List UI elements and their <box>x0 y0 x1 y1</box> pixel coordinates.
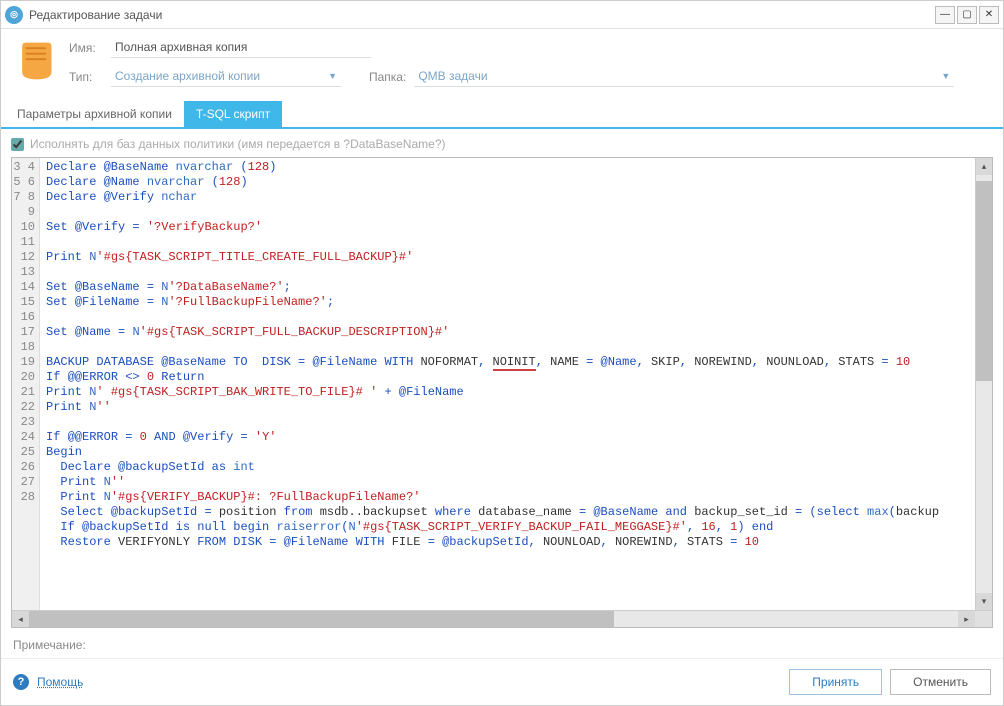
vertical-scrollbar[interactable]: ▴ ▾ <box>975 158 992 610</box>
header-fields: Имя: Тип: Создание архивной копии ▼ Папк… <box>69 37 991 95</box>
cancel-button[interactable]: Отменить <box>890 669 991 695</box>
content: Исполнять для баз данных политики (имя п… <box>1 129 1003 632</box>
code-editor: 3 4 5 6 7 8 9 10 11 12 13 14 15 16 17 18… <box>11 157 993 628</box>
hscroll-thumb[interactable] <box>29 611 614 627</box>
execute-for-policy-label: Исполнять для баз данных политики (имя п… <box>30 137 445 151</box>
type-value: Создание архивной копии <box>115 69 260 83</box>
titlebar: ◎ Редактирование задачи — ▢ ✕ <box>1 1 1003 29</box>
close-button[interactable]: ✕ <box>979 6 999 24</box>
note-label: Примечание: <box>13 638 86 652</box>
tab-tsql-script[interactable]: T-SQL скрипт <box>184 101 282 127</box>
note-input[interactable] <box>92 638 991 652</box>
task-logo-icon <box>13 39 57 83</box>
scroll-up-icon[interactable]: ▴ <box>976 158 992 175</box>
header: Имя: Тип: Создание архивной копии ▼ Папк… <box>1 29 1003 101</box>
footer: ? Помощь Принять Отменить <box>1 659 1003 705</box>
folder-value: QMB задачи <box>418 69 487 83</box>
minimize-button[interactable]: — <box>935 6 955 24</box>
note-row: Примечание: <box>1 632 1003 659</box>
horizontal-scrollbar[interactable]: ◂ ▸ <box>12 610 992 627</box>
code-content[interactable]: Declare @BaseName nvarchar (128) Declare… <box>40 158 975 610</box>
help-link[interactable]: Помощь <box>37 675 83 689</box>
folder-label: Папка: <box>369 70 406 84</box>
window-buttons: — ▢ ✕ <box>935 6 999 24</box>
name-label: Имя: <box>69 41 103 55</box>
tab-backup-params[interactable]: Параметры архивной копии <box>5 101 184 127</box>
folder-select[interactable]: QMB задачи ▼ <box>414 66 954 87</box>
chevron-down-icon: ▼ <box>328 71 337 81</box>
line-gutter: 3 4 5 6 7 8 9 10 11 12 13 14 15 16 17 18… <box>12 158 40 610</box>
type-label: Тип: <box>69 70 103 84</box>
name-input[interactable] <box>111 37 371 58</box>
window-title: Редактирование задачи <box>29 8 935 22</box>
scroll-right-icon[interactable]: ▸ <box>958 611 975 627</box>
tabs: Параметры архивной копии T-SQL скрипт <box>1 101 1003 129</box>
type-select[interactable]: Создание архивной копии ▼ <box>111 66 341 87</box>
app-icon: ◎ <box>5 6 23 24</box>
execute-for-policy-checkbox[interactable] <box>11 138 24 151</box>
execute-for-policy-row: Исполнять для баз данных политики (имя п… <box>11 137 993 151</box>
scroll-corner <box>975 611 992 627</box>
maximize-button[interactable]: ▢ <box>957 6 977 24</box>
vscroll-thumb[interactable] <box>976 181 992 381</box>
scroll-left-icon[interactable]: ◂ <box>12 611 29 627</box>
scroll-down-icon[interactable]: ▾ <box>976 593 992 610</box>
chevron-down-icon: ▼ <box>941 71 950 81</box>
help-icon[interactable]: ? <box>13 674 29 690</box>
accept-button[interactable]: Принять <box>789 669 882 695</box>
